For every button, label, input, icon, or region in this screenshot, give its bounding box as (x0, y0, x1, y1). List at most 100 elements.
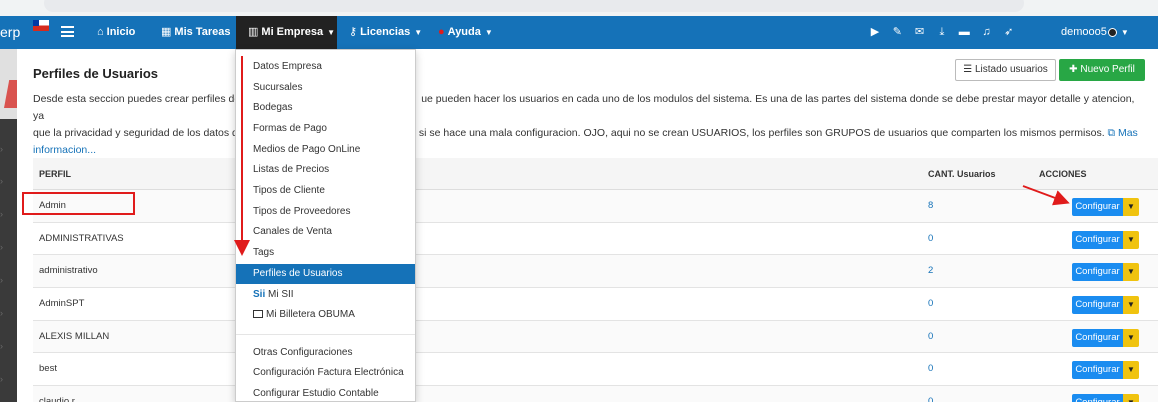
user-count-link[interactable]: 8 (928, 200, 933, 211)
youtube-icon[interactable]: ▶ (864, 16, 886, 49)
nav-inicio[interactable]: ⌂ Inicio (97, 16, 135, 49)
col-count: CANT. Usuarios (928, 169, 996, 179)
folder-icon[interactable]: ▬ (953, 16, 975, 49)
col-actions: ACCIONES (1039, 169, 1087, 179)
nav-mi-empresa[interactable]: ▥ Mi Empresa ▼ (236, 16, 337, 49)
dropdown-item[interactable]: Configurar Estudio Contable (236, 384, 415, 402)
configure-button[interactable]: Configurar (1072, 230, 1123, 249)
user-count-link[interactable]: 2 (928, 265, 933, 276)
chevron-right-icon[interactable]: › (0, 308, 10, 318)
table-row: Admin 8 Configurar ▼ (33, 190, 1158, 223)
dropdown-item-mi-sii[interactable]: Sii Mi SII (236, 285, 415, 305)
chevron-right-icon[interactable]: › (0, 144, 10, 154)
configure-button[interactable]: Configurar (1072, 198, 1123, 216)
configure-dropdown-toggle[interactable]: ▼ (1123, 198, 1139, 216)
hamburger-menu-icon[interactable] (61, 26, 74, 37)
table-row: claudio r 0 Configurar▼ (33, 386, 1158, 402)
configure-button[interactable]: Configurar (1072, 296, 1123, 315)
plus-icon: ✚ (1069, 64, 1081, 75)
col-perfil: PERFIL (39, 169, 72, 179)
user-menu[interactable]: demooo5 ▼ (1061, 16, 1129, 49)
chevron-right-icon[interactable]: › (0, 176, 10, 186)
dropdown-item[interactable]: Tags (236, 243, 415, 263)
dropdown-item[interactable]: Formas de Pago (236, 119, 415, 139)
status-icon (1107, 27, 1117, 37)
configure-dropdown-toggle[interactable]: ▼ (1123, 361, 1139, 380)
sii-logo-icon: Sii (253, 289, 266, 300)
chile-flag-icon[interactable] (33, 20, 49, 31)
mail-icon[interactable]: ✉ (909, 16, 931, 49)
profile-name: administrativo (39, 265, 98, 277)
browser-strip (0, 0, 1158, 16)
chevron-right-icon[interactable]: › (0, 374, 10, 384)
dropdown-item-label: Mi SII (268, 289, 294, 300)
dropdown-item-billetera[interactable]: Mi Billetera OBUMA (236, 305, 415, 325)
profile-name: claudio r (39, 396, 75, 402)
configure-button[interactable]: Configurar (1072, 394, 1123, 402)
dropdown-item[interactable]: Listas de Precios (236, 160, 415, 180)
chevron-right-icon[interactable]: › (0, 275, 10, 285)
rocket-icon[interactable]: ➶ (998, 16, 1020, 49)
external-link-icon[interactable]: ⧉ (1108, 127, 1116, 139)
configure-button[interactable]: Configurar (1072, 328, 1123, 347)
address-bar[interactable] (44, 0, 1024, 12)
dropdown-divider (236, 334, 415, 335)
annotation-highlight-box (22, 192, 135, 215)
table-header: PERFIL CANT. Usuarios ACCIONES (33, 158, 1158, 190)
table-row: best 0 Configurar ▼ (33, 353, 1158, 387)
chevron-right-icon[interactable]: › (0, 209, 10, 219)
home-icon: ⌂ (97, 26, 104, 38)
profiles-table: PERFIL CANT. Usuarios ACCIONES Admin 8 Con… (33, 158, 1158, 402)
profile-name: AdminSPT (39, 298, 85, 310)
brand-text[interactable]: erp (0, 16, 20, 49)
dropdown-item[interactable]: Bodegas (236, 98, 415, 118)
caret-down-icon: ▼ (1120, 28, 1129, 37)
dropdown-item[interactable]: Otras Configuraciones (236, 343, 415, 363)
top-navbar: erp ⌂ Inicio ▦ Mis Tareas ▥ Mi Empresa ▼ ⚷ Li… (0, 16, 1158, 49)
more-info-link[interactable]: Mas (1118, 127, 1138, 139)
dropdown-item[interactable]: Datos Empresa (236, 57, 415, 77)
user-count-link[interactable]: 0 (928, 298, 933, 309)
user-count-link[interactable]: 0 (928, 331, 933, 342)
configure-dropdown-toggle[interactable]: ▼ (1123, 328, 1139, 347)
dropdown-item[interactable]: Canales de Venta (236, 222, 415, 242)
user-count-link[interactable]: 0 (928, 363, 933, 374)
more-info-link[interactable]: informacion... (33, 144, 96, 156)
configure-button[interactable]: Configurar (1072, 263, 1123, 282)
dropdown-item[interactable]: Configuración Factura Electrónica (236, 363, 415, 383)
dropdown-item[interactable]: Tipos de Cliente (236, 181, 415, 201)
listado-usuarios-button[interactable]: ☰ Listado usuarios (955, 59, 1056, 81)
configure-button[interactable]: Configurar (1072, 361, 1123, 380)
desc-text: Desde esta seccion puedes crear perfiles… (33, 93, 241, 105)
table-row: AdminSPT 0 Configurar ▼ (33, 288, 1158, 321)
chevron-right-icon[interactable]: › (0, 242, 10, 252)
dropdown-item[interactable]: Perfiles de Usuarios (236, 264, 415, 284)
user-name: demooo5 (1061, 26, 1107, 38)
dropdown-item-label: Mi Billetera OBUMA (266, 309, 355, 320)
nav-mis-tareas[interactable]: ▦ Mis Tareas (161, 16, 230, 49)
nuevo-perfil-button[interactable]: ✚ Nuevo Perfil (1059, 59, 1145, 81)
dropdown-item[interactable]: Tipos de Proveedores (236, 202, 415, 222)
pen-icon[interactable]: ✎ (886, 16, 908, 49)
configure-dropdown-toggle[interactable]: ▼ (1123, 394, 1139, 402)
desc-text: si se hace una mala configuracion. OJO, … (418, 127, 1105, 139)
configure-dropdown-toggle[interactable]: ▼ (1123, 296, 1139, 315)
building-icon: ▥ (248, 26, 259, 38)
calendar-icon: ▦ (161, 26, 172, 38)
dropdown-item[interactable]: Medios de Pago OnLine (236, 140, 415, 160)
user-count-link[interactable]: 0 (928, 233, 933, 244)
page-title: Perfiles de Usuarios (33, 66, 158, 81)
dropdown-item[interactable]: Sucursales (236, 78, 415, 98)
table-row: ADMINISTRATIVAS 0 Configurar ▼ (33, 223, 1158, 256)
nav-licencias[interactable]: ⚷ Licencias ▼ (349, 16, 422, 49)
download-icon[interactable]: ⤓ (931, 16, 953, 49)
configure-dropdown-toggle[interactable]: ▼ (1123, 263, 1139, 282)
profile-name: ADMINISTRATIVAS (39, 232, 124, 244)
nav-ayuda[interactable]: ● Ayuda ▼ (438, 16, 493, 49)
navbar-icon-group: ▶ ✎ ✉ ⤓ ▬ ♫ ➶ (864, 16, 1020, 49)
chevron-right-icon[interactable]: › (0, 341, 10, 351)
user-count-link[interactable]: 0 (928, 396, 933, 402)
caret-down-icon: ▼ (327, 28, 336, 37)
configure-dropdown-toggle[interactable]: ▼ (1123, 230, 1139, 249)
bell-icon[interactable]: ♫ (975, 16, 997, 49)
